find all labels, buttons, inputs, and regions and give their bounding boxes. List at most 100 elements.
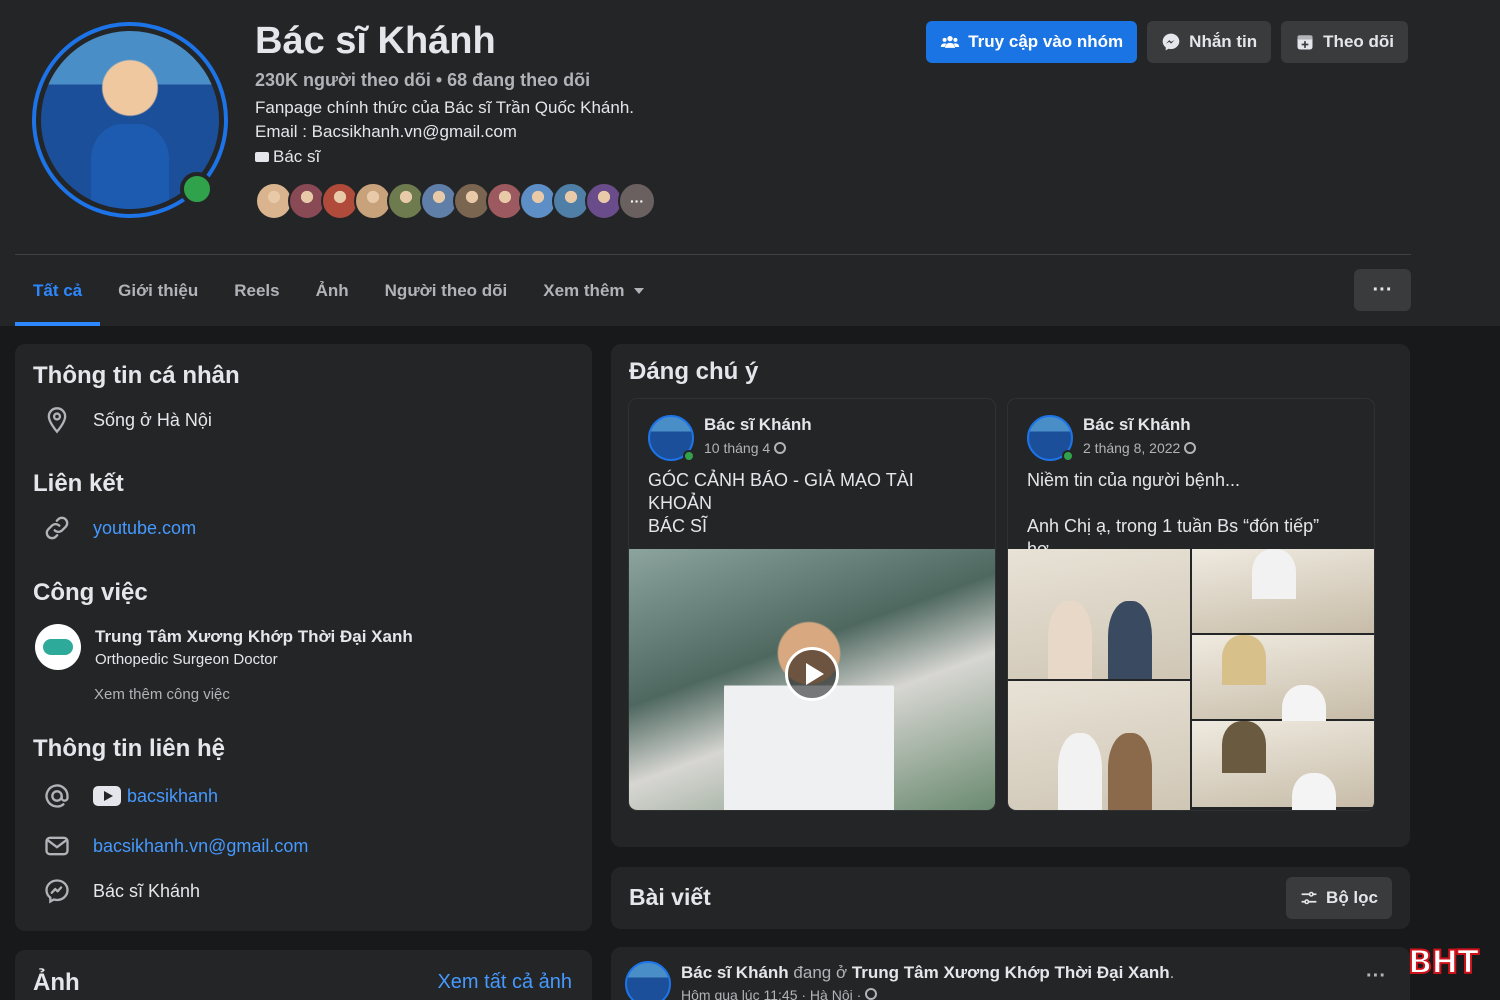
follow-label: Theo dõi [1323,32,1394,51]
messenger-name: Bác sĩ Khánh [93,880,201,901]
visit-group-button[interactable]: Truy cập vào nhóm [926,21,1138,63]
youtube-row: bacsikhanh [43,782,218,810]
featured-post[interactable]: Bác sĩ Khánh 2 tháng 8, 2022 Niềm tin củ… [1008,399,1374,810]
intro-card: Thông tin cá nhân Sống ở Hà Nội Liên kết… [15,344,592,931]
photos-card: Ảnh Xem tất cả ảnh [15,950,592,1000]
globe-icon [865,988,878,1000]
tab-more[interactable]: Xem thêm [525,255,661,326]
photos-title: Ảnh [33,969,80,996]
mail-icon [45,836,69,856]
tab-about[interactable]: Giới thiệu [100,255,216,326]
post-header-line: Bác sĩ Khánh đang ở Trung Tâm Xương Khớp… [681,963,1175,982]
post-text: Niềm tin của người bệnh... Anh Chị ạ, tr… [1027,469,1357,561]
tab-followers[interactable]: Người theo dõi [367,255,526,326]
post-author[interactable]: Bác sĩ Khánh [704,415,812,435]
work-role: Orthopedic Surgeon Doctor [95,650,278,668]
more-options-button[interactable]: ··· [1354,269,1411,311]
online-status-icon [1062,450,1074,462]
post-photo[interactable] [1192,635,1374,736]
work-title: Công việc [33,579,148,606]
category-label: Bác sĩ [273,147,321,166]
profile-header: Bác sĩ Khánh 230K người theo dõi • 68 đa… [0,0,1500,326]
post-photo[interactable] [1008,681,1190,810]
more-followers-icon[interactable]: ··· [618,182,656,220]
lives-in-text: Sống ở Hà Nội [93,409,212,430]
post-time[interactable]: Hôm qua lúc 11:45 · Hà Nội · [681,987,878,1000]
post-photo[interactable] [1008,549,1190,679]
briefcase-icon [255,152,269,162]
work-row: Trung Tâm Xương Khớp Thời Đại Xanh Ortho… [35,624,413,670]
caret-down-icon [633,287,644,294]
lives-in-row: Sống ở Hà Nội [43,406,212,434]
group-icon [941,36,960,48]
link-row: youtube.com [43,514,196,542]
at-sign-icon [45,784,69,808]
play-icon[interactable] [785,647,839,701]
youtube-link[interactable]: youtube.com [93,518,196,539]
author-avatar[interactable] [625,961,671,1000]
workplace-name[interactable]: Trung Tâm Xương Khớp Thời Đại Xanh [95,627,413,647]
post-photo[interactable] [1192,721,1374,810]
follow-button[interactable]: Theo dõi [1281,21,1408,63]
filter-icon [1301,891,1317,905]
watermark-logo: BHT [1407,942,1480,982]
email-link[interactable]: bacsikhanh.vn@gmail.com [93,836,308,857]
youtube-handle-link[interactable]: bacsikhanh [127,786,218,807]
post-author[interactable]: Bác sĩ Khánh [681,963,789,982]
online-status-icon [683,450,695,462]
photo-person [1252,549,1296,600]
follower-stats[interactable]: 230K người theo dõi • 68 đang theo dõi [255,70,590,91]
globe-icon [774,442,787,454]
profile-actions: Truy cập vào nhóm Nhắn tin Theo dõi [926,21,1408,63]
tab-reels[interactable]: Reels [216,255,297,326]
visit-group-label: Truy cập vào nhóm [968,32,1124,51]
post-author[interactable]: Bác sĩ Khánh [1083,415,1191,435]
work-details: Trung Tâm Xương Khớp Thời Đại Xanh Ortho… [95,627,413,668]
post-options-button[interactable]: ··· [1366,965,1386,988]
links-title: Liên kết [33,470,124,497]
post-time-text: Hôm qua lúc 11:45 · Hà Nội · [681,987,862,1000]
link-icon [45,516,69,540]
checkin-text: đang ở [788,963,852,982]
photo-person [1292,772,1336,810]
photo-person [1222,721,1266,773]
see-all-photos-link[interactable]: Xem tất cả ảnh [437,971,572,994]
post-time[interactable]: 10 tháng 4 [704,440,787,456]
bio-email: Email : Bacsikhanh.vn@gmail.com [255,122,517,141]
post-time[interactable]: 2 tháng 8, 2022 [1083,440,1197,456]
follower-avatars[interactable]: ··· [255,182,656,220]
message-label: Nhắn tin [1189,32,1258,51]
location-pin-icon [47,407,67,434]
post-time-text: 2 tháng 8, 2022 [1083,440,1181,456]
message-button[interactable]: Nhắn tin [1147,21,1272,63]
photo-person [1048,601,1092,679]
post-photo-grid[interactable] [1008,549,1374,810]
tab-all[interactable]: Tất cả [15,255,101,326]
post-video[interactable] [629,549,995,810]
photo-person [1058,732,1102,810]
checkin-place[interactable]: Trung Tâm Xương Khớp Thời Đại Xanh [852,963,1170,982]
workplace-logo[interactable] [35,624,81,670]
video-thumbnail [724,609,894,810]
youtube-contact: bacsikhanh [93,786,218,807]
post-text-line [1027,492,1357,515]
tab-photos[interactable]: Ảnh [298,255,367,326]
photo-person [1108,601,1152,679]
filter-button[interactable]: Bộ lọc [1286,877,1392,919]
tab-more-label: Xem thêm [543,280,625,300]
page-title: Bác sĩ Khánh [255,20,496,62]
featured-post[interactable]: Bác sĩ Khánh 10 tháng 4 GÓC CẢNH BÁO - G… [629,399,995,810]
post-photo[interactable] [1192,549,1374,633]
bio-line: Fanpage chính thức của Bác sĩ Trần Quốc … [255,98,634,117]
email-row: bacsikhanh.vn@gmail.com [43,832,308,860]
youtube-icon [93,786,121,806]
see-more-work-link[interactable]: Xem thêm công việc [94,686,230,703]
post-time-text: 10 tháng 4 [704,440,771,456]
post-text-line: GÓC CẢNH BÁO - GIẢ MẠO TÀI KHOẢN [648,470,914,513]
messenger-outline-icon [45,879,69,904]
contact-title: Thông tin liên hệ [33,735,225,762]
posts-title: Bài viết [629,884,711,910]
messenger-icon [1162,33,1180,51]
photo-person [1222,635,1266,686]
post-card: Bác sĩ Khánh đang ở Trung Tâm Xương Khớp… [611,947,1410,1000]
